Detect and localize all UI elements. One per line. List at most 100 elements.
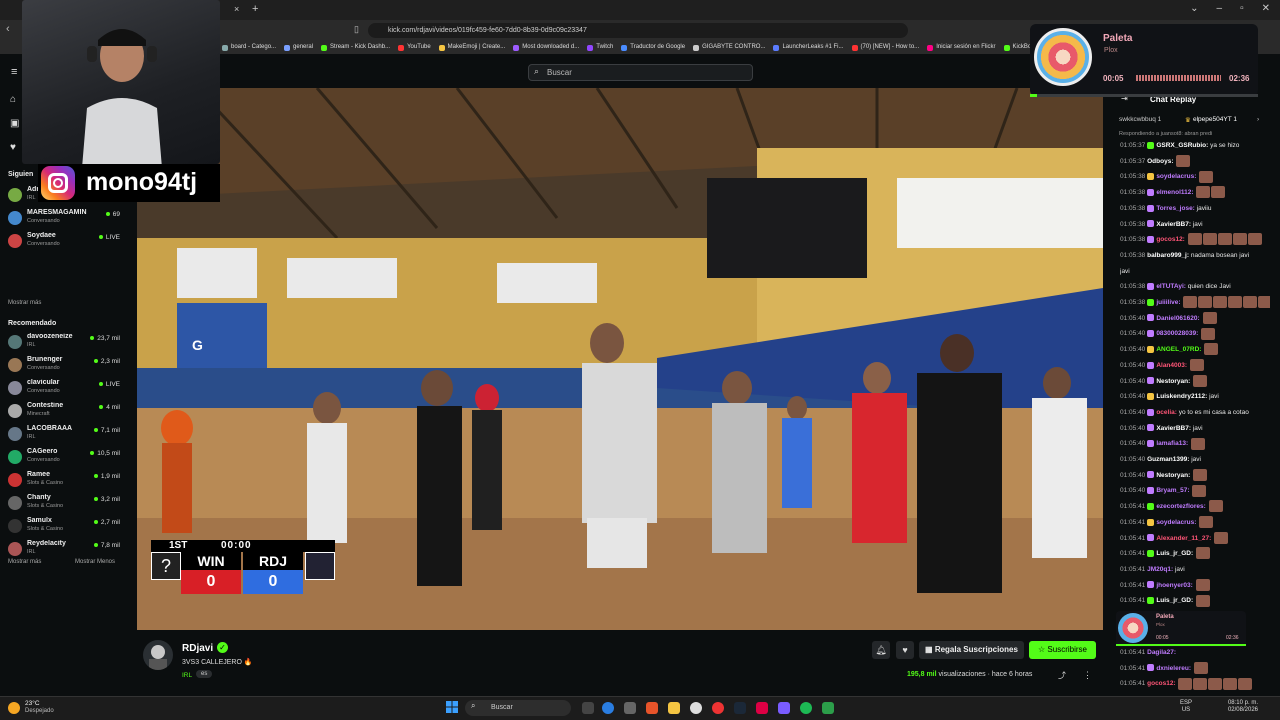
settings-gear-icon[interactable] — [624, 702, 636, 714]
chat-username[interactable]: ANGEL_07RD: — [1156, 346, 1201, 353]
obs-icon[interactable] — [690, 702, 702, 714]
chat-username[interactable]: gocos12: — [1156, 236, 1185, 243]
pinned-user-a[interactable]: swkkcwbbuq 1 — [1119, 116, 1161, 123]
chat-username[interactable]: Nestoryan: — [1156, 472, 1190, 479]
tab-close-icon[interactable]: × — [234, 4, 239, 14]
chat-username[interactable]: jhoenyer03: — [1156, 582, 1193, 589]
app-icon-2[interactable] — [778, 702, 790, 714]
chat-username[interactable]: juiiilive: — [1156, 299, 1180, 306]
chat-username[interactable]: ocelia: — [1156, 409, 1177, 416]
chat-username[interactable]: XavierBB7: — [1156, 221, 1191, 228]
maximize-icon[interactable]: ▫ — [1240, 3, 1244, 14]
subscribe-button[interactable]: ☆ Suscribirse — [1029, 641, 1096, 659]
chat-username[interactable]: balbaro999_j: — [1147, 252, 1189, 259]
streamer-avatar[interactable] — [143, 640, 173, 670]
bookmark-item[interactable]: Most downloaded d... — [513, 41, 579, 54]
windows-start-icon[interactable] — [446, 701, 458, 713]
chat-username[interactable]: JM20q1: — [1147, 566, 1173, 573]
show-more-link-2[interactable]: Mostrar más — [8, 559, 41, 565]
bookmark-item[interactable]: KickBot — [1003, 41, 1033, 54]
bookmark-item[interactable]: Iniciar sesión en Flickr — [927, 41, 996, 54]
chat-username[interactable]: ezecortezflores: — [1156, 503, 1206, 510]
chat-username[interactable]: Alan4003: — [1156, 362, 1187, 369]
home-icon[interactable]: ⌂ — [10, 94, 16, 105]
chat-username[interactable]: gocos12: — [1147, 680, 1176, 687]
show-less-link[interactable]: Mostrar Menos — [75, 559, 115, 565]
bookmark-item[interactable]: (70) [NEW] - How to... — [851, 41, 919, 54]
chat-username[interactable]: Luis_jr_GD: — [1156, 597, 1193, 604]
share-icon[interactable]: ⤴ — [1058, 670, 1066, 681]
sidebar-channel[interactable]: Soydaee Conversando LIVE — [8, 232, 124, 254]
back-arrow-icon[interactable]: ‹ — [6, 23, 10, 35]
sidebar-channel[interactable]: LACOBRAAA IRL 7,1 mil — [8, 425, 124, 447]
chat-username[interactable]: soydelacrus: — [1156, 173, 1196, 180]
brave-icon[interactable] — [646, 702, 658, 714]
browse-icon[interactable]: ▣ — [10, 118, 19, 129]
notification-bell-button[interactable]: 🔔︎ — [872, 641, 890, 659]
hamburger-menu-icon[interactable]: ≡ — [11, 66, 17, 78]
chat-username[interactable]: Dagila27: — [1147, 649, 1176, 656]
bookmark-item[interactable]: Traductor de Google — [621, 41, 685, 54]
following-heart-icon[interactable]: ♥ — [10, 142, 16, 153]
chat-username[interactable]: Nestoryan: — [1156, 378, 1190, 385]
chat-username[interactable]: Odboys: — [1147, 158, 1173, 165]
chat-username[interactable]: Luis_jr_GD: — [1156, 550, 1193, 557]
chat-username[interactable]: soydelacrus: — [1156, 519, 1196, 526]
spotify-icon[interactable] — [800, 702, 812, 714]
bookmark-icon[interactable]: ▯ — [354, 24, 359, 35]
pinned-user-b[interactable]: elpepe504YT 1 — [1193, 116, 1237, 123]
chat-username[interactable]: lamafia13: — [1156, 440, 1188, 447]
sidebar-channel[interactable]: Contestine Minecraft 4 mil — [8, 402, 124, 424]
chat-username[interactable]: 08300028039: — [1156, 330, 1198, 337]
chat-username[interactable]: elTUTAyi: — [1156, 283, 1186, 290]
language-indicator[interactable]: ESP US — [1180, 700, 1192, 714]
sidebar-channel[interactable]: MARESMAGAMIN Conversando 69 — [8, 209, 124, 231]
bookmark-item[interactable]: LauncherLeaks #1 Fi... — [773, 41, 844, 54]
stream-language-tag[interactable]: es — [196, 670, 213, 678]
weather-desc[interactable]: Despejado — [25, 708, 54, 714]
sidebar-channel[interactable]: Chanty Slots & Casino 3,2 mil — [8, 494, 124, 516]
tab-search-icon[interactable]: ⌄ — [1190, 3, 1198, 14]
bookmark-item[interactable]: board - Catego... — [222, 41, 276, 54]
chat-username[interactable]: Guzman1399: — [1147, 456, 1189, 463]
sidebar-channel[interactable]: Samulx Slots & Casino 2,7 mil — [8, 517, 124, 539]
chrome-icon[interactable] — [712, 702, 724, 714]
chat-username[interactable]: dxnielereu: — [1156, 665, 1191, 672]
sidebar-channel[interactable]: Brunenger Conversando 2,3 mil — [8, 356, 124, 378]
clock[interactable]: 08:10 p. m. 02/08/2026 — [1226, 700, 1258, 714]
taskbar-search[interactable]: Buscar — [465, 700, 571, 716]
sidebar-channel[interactable]: CAGeero Conversando 10,5 mil — [8, 448, 124, 470]
gift-subs-button[interactable]: ▦ Regala Suscripciones — [919, 641, 1024, 659]
minimize-icon[interactable]: – — [1217, 3, 1223, 14]
show-more-link[interactable]: Mostrar más — [8, 300, 41, 306]
chat-username[interactable]: Alexander_11_27: — [1156, 535, 1211, 542]
weather-sun-icon[interactable] — [8, 702, 20, 714]
search-input[interactable]: Buscar — [528, 64, 753, 81]
file-explorer-icon[interactable] — [668, 702, 680, 714]
chat-username[interactable]: XavierBB7: — [1156, 425, 1191, 432]
chat-username[interactable]: elmenol112: — [1156, 189, 1193, 196]
streamer-name[interactable]: RDjavi — [182, 643, 213, 654]
bookmark-item[interactable]: Stream - Kick Dashb... — [321, 41, 390, 54]
app-icon-1[interactable] — [756, 702, 768, 714]
bookmark-item[interactable]: general — [284, 41, 313, 54]
address-bar[interactable]: kick.com/rdjavi/videos/019fc459-fe60-7dd… — [368, 23, 908, 38]
sidebar-channel[interactable]: davoozeneize IRL 23,7 mil — [8, 333, 124, 355]
sidebar-channel[interactable]: Ramee Slots & Casino 1,9 mil — [8, 471, 124, 493]
sidebar-channel[interactable]: clavicular Conversando LIVE — [8, 379, 124, 401]
follow-heart-button[interactable]: ♥ — [896, 641, 914, 659]
bookmark-item[interactable]: Twitch — [587, 41, 613, 54]
chat-username[interactable]: Bryam_57: — [1156, 487, 1189, 494]
chat-username[interactable]: Luiskendry2112: — [1156, 393, 1207, 400]
new-tab-button[interactable]: + — [252, 3, 258, 15]
bookmark-item[interactable]: MakeEmoji | Create... — [438, 41, 505, 54]
more-options-icon[interactable]: ⋮ — [1083, 670, 1092, 681]
close-window-icon[interactable]: ✕ — [1262, 3, 1270, 14]
pinned-next-icon[interactable]: › — [1257, 116, 1259, 123]
bookmark-item[interactable]: GIGABYTE CONTRO... — [693, 41, 765, 54]
edge-icon[interactable] — [602, 702, 614, 714]
stream-category-link[interactable]: IRL — [182, 672, 192, 679]
task-view-icon[interactable] — [582, 702, 594, 714]
app-icon-3[interactable] — [822, 702, 834, 714]
steam-icon[interactable] — [734, 702, 746, 714]
